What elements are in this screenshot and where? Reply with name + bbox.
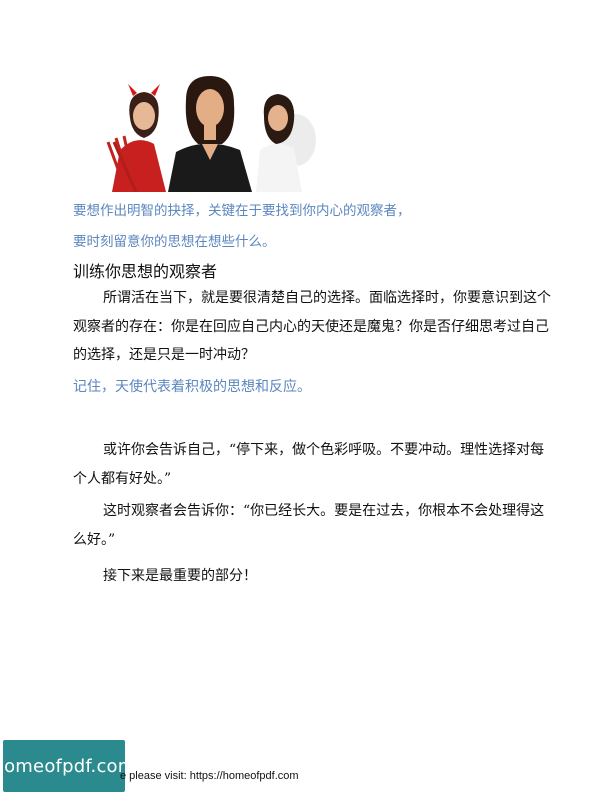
- paragraph-4: 接下来是最重要的部分！: [103, 568, 257, 584]
- paragraph-2: 或许你会告诉自己，“停下来，做个色彩呼吸。不要冲动。理性选择对每个人都有好处。”: [73, 442, 545, 487]
- paragraph-1: 所谓活在当下，就是要很清楚自己的选择。面临选择时，你要意识到这个观察者的存在：你…: [73, 290, 551, 364]
- angel-devil-photo: [106, 72, 316, 192]
- homeofpdf-logo[interactable]: homeofpdf.com: [0, 740, 135, 792]
- paragraph-3: 这时观察者会告诉你：“你已经长大。要是在过去，你根本不会处理得这么好。”: [73, 503, 545, 548]
- highlight-note: 记住，天使代表着积极的思想和反应。: [73, 379, 311, 395]
- footer-visit-text: e please visit: https://homeofpdf.com: [120, 770, 299, 782]
- section-heading: 训练你思想的观察者: [73, 262, 218, 281]
- photo-caption-line-1: 要想作出明智的抉择，关键在于要找到你内心的观察者，: [73, 203, 411, 219]
- paragraph-3-block: 这时观察者会告诉你：“你已经长大。要是在过去，你根本不会处理得这么好。”: [73, 497, 551, 554]
- logo-text: homeofpdf.com: [0, 755, 136, 777]
- paragraph-2-block: 或许你会告诉自己，“停下来，做个色彩呼吸。不要冲动。理性选择对每个人都有好处。”: [73, 436, 551, 493]
- photo-caption-line-2: 要时刻留意你的思想在想些什么。: [73, 234, 276, 250]
- paragraph-4-block: 接下来是最重要的部分！: [73, 562, 551, 591]
- paragraph-1-block: 所谓活在当下，就是要很清楚自己的选择。面临选择时，你要意识到这个观察者的存在：你…: [73, 284, 551, 370]
